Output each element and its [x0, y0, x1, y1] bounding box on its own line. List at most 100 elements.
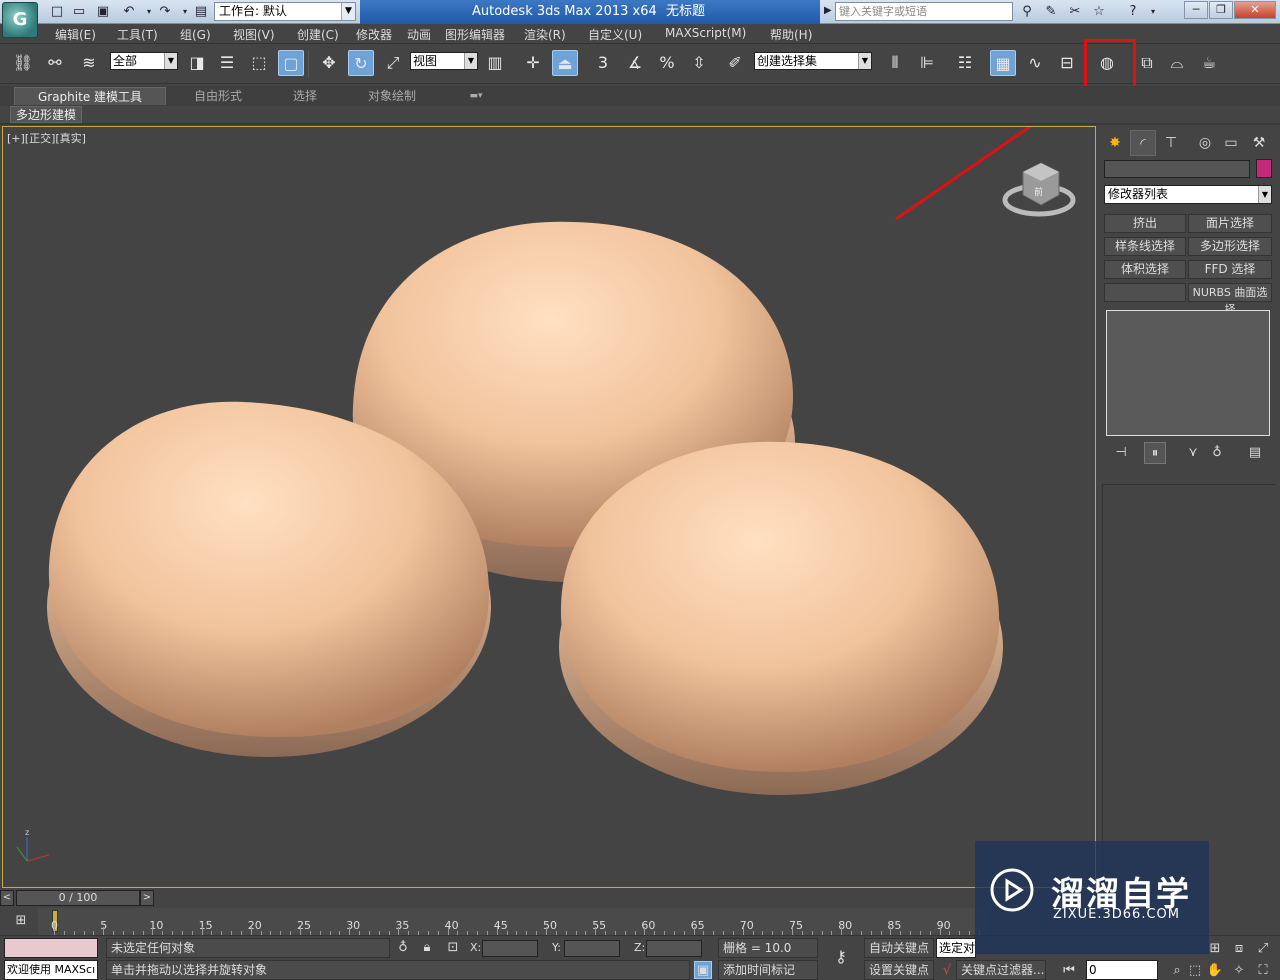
tab-graphite-modeling[interactable]: Graphite 建模工具 [14, 87, 166, 105]
pan-view-icon[interactable]: ✋ [1206, 962, 1224, 980]
key-filter-curve-icon[interactable]: √ [938, 962, 956, 980]
polygon-modeling-panel[interactable]: 多边形建模 [10, 106, 82, 123]
graphite-toggle-icon[interactable]: ▦ [990, 50, 1016, 76]
menu-tools[interactable]: 工具(T) [117, 26, 158, 43]
layer-manager-icon[interactable]: ☷ [952, 50, 978, 76]
menu-edit[interactable]: 编辑(E) [55, 26, 96, 43]
render-setup-icon[interactable]: ⧉ [1134, 50, 1160, 76]
bind-space-warp-icon[interactable]: ≋ [76, 50, 102, 76]
select-move-icon[interactable]: ✥ [316, 50, 342, 76]
go-to-start-icon[interactable]: ⏮ [1060, 962, 1078, 980]
favorites-star-icon[interactable]: ☆ [1090, 3, 1108, 21]
ribbon-options-icon[interactable]: ▬▾ [462, 87, 490, 105]
modifier-poly-select-button[interactable]: 多边形选择 [1188, 237, 1272, 256]
close-button[interactable]: ✕ [1234, 1, 1276, 19]
menu-customize[interactable]: 自定义(U) [588, 26, 642, 43]
edit-named-selection-icon[interactable]: ✐ [722, 50, 748, 76]
unlink-icon[interactable]: ⚯ [42, 50, 68, 76]
new-file-icon[interactable]: □ [48, 3, 66, 21]
save-file-icon[interactable]: ▣ [94, 3, 112, 21]
perspective-viewport[interactable]: 前 z [+][正交][真实] [2, 126, 1096, 888]
maximize-viewport-icon[interactable]: ⛶ [1254, 962, 1272, 980]
communication-center-icon[interactable]: ✂ [1066, 3, 1084, 21]
absolute-mode-icon[interactable]: ⊡ [444, 939, 462, 957]
make-unique-icon[interactable]: ⋎ [1182, 442, 1204, 464]
tab-object-paint[interactable]: 对象绘制 [352, 87, 432, 105]
key-selection-select[interactable]: 选定对 [936, 938, 976, 958]
maximize-button[interactable]: ❐ [1209, 1, 1233, 19]
angle-snap-icon[interactable]: ∡ [622, 50, 648, 76]
key-icon[interactable]: ⚷ [832, 948, 850, 966]
auto-key-button[interactable]: 自动关键点 [864, 938, 934, 958]
track-ruler[interactable]: 0 5 10 15 20 25 30 35 40 45 50 55 60 65 70 75 80 85 90 [38, 908, 988, 935]
redo-icon[interactable]: ↷ [156, 3, 174, 21]
menu-views[interactable]: 视图(V) [233, 26, 275, 43]
configure-modifier-sets-icon[interactable]: ▤ [1244, 442, 1266, 464]
hierarchy-tab-icon[interactable]: ⊤ [1158, 130, 1184, 156]
maxscript-listener-white[interactable]: 欢迎使用 MAXScı [4, 960, 98, 980]
select-by-name-icon[interactable]: ☰ [214, 50, 240, 76]
field-of-view-icon[interactable]: ⤢ [1254, 940, 1272, 958]
link-icon[interactable]: ⛓ [10, 50, 36, 76]
maxscript-listener-pink[interactable] [4, 938, 98, 958]
menu-group[interactable]: 组(G) [180, 26, 211, 43]
modifier-extrude-button[interactable]: 挤出 [1104, 214, 1186, 233]
key-filters-button[interactable]: 关键点过滤器... [956, 960, 1046, 980]
mirror-icon[interactable]: ⫴ [882, 50, 908, 76]
menu-rendering[interactable]: 渲染(R) [524, 26, 566, 43]
project-folder-icon[interactable]: ▤ [192, 3, 210, 21]
undo-icon[interactable]: ↶ [120, 3, 138, 21]
isolate-lightbulb-icon[interactable]: ♁ [394, 939, 412, 957]
pin-stack-icon[interactable]: ⊣ [1110, 442, 1132, 464]
next-frame-icon[interactable]: > [140, 890, 154, 906]
menu-graph-editors[interactable]: 图形编辑器 [445, 26, 505, 43]
window-crossing-icon[interactable]: ▢ [278, 50, 304, 76]
utilities-tab-icon[interactable]: ⚒ [1246, 130, 1272, 156]
remove-modifier-icon[interactable]: ♁ [1206, 442, 1228, 464]
named-selection-set-select[interactable]: 创建选择集 ▼ [754, 52, 872, 70]
minimize-button[interactable]: ─ [1184, 1, 1208, 19]
tab-freeform[interactable]: 自由形式 [178, 87, 258, 105]
subscription-icon[interactable]: ✎ [1042, 3, 1060, 21]
expand-arrow-icon[interactable]: ▶ [824, 5, 832, 16]
cushion-right[interactable] [559, 441, 1003, 795]
modifier-empty-button[interactable] [1104, 283, 1186, 302]
menu-help[interactable]: 帮助(H) [770, 26, 812, 43]
snaps-toggle-icon[interactable]: 3 [590, 50, 616, 76]
selection-filter-select[interactable]: 全部 ▼ [110, 52, 178, 70]
modifier-nurbs-select-button[interactable]: NURBS 曲面选择 [1188, 283, 1272, 316]
pivot-center-icon[interactable]: ▥ [482, 50, 508, 76]
previous-frame-icon[interactable]: < [0, 890, 14, 906]
display-tab-icon[interactable]: ▭ [1218, 130, 1244, 156]
schematic-view-icon[interactable]: ⊟ [1054, 50, 1080, 76]
time-tag-icon[interactable]: ▣ [694, 961, 712, 979]
zoom-icon[interactable]: ⌕ [1168, 962, 1186, 980]
binoculars-icon[interactable]: ⚲ [1018, 3, 1036, 21]
menu-create[interactable]: 创建(C) [297, 26, 339, 43]
rendered-frame-window-icon[interactable]: ⌓ [1164, 50, 1190, 76]
time-slider-handle[interactable]: 0 / 100 [16, 890, 140, 906]
object-name-field[interactable] [1104, 160, 1250, 178]
open-mini-curve-editor-icon[interactable]: ⊞ [12, 912, 30, 930]
current-frame-field[interactable]: 0 [1086, 960, 1158, 980]
zoom-extents-icon[interactable]: ⧈ [1230, 940, 1248, 958]
modifier-stack[interactable] [1106, 310, 1270, 436]
x-coordinate-field[interactable] [482, 940, 538, 957]
curve-editor-icon[interactable]: ∿ [1022, 50, 1048, 76]
show-end-result-icon[interactable]: ⏸ [1144, 442, 1166, 464]
modifier-ffd-select-button[interactable]: FFD 选择 [1188, 260, 1272, 279]
select-rotate-icon[interactable]: ↻ [348, 50, 374, 76]
modifier-patch-select-button[interactable]: 面片选择 [1188, 214, 1272, 233]
menu-modifiers[interactable]: 修改器 [356, 26, 392, 43]
app-menu-button[interactable]: G [2, 2, 38, 38]
help-search-input[interactable]: 键入关键字或短语 [835, 2, 1013, 21]
reference-coordinate-select[interactable]: 视图 ▼ [410, 52, 478, 70]
help-dropdown-icon[interactable]: ▾ [1144, 3, 1162, 21]
select-manipulate-icon[interactable]: ✛ [520, 50, 546, 76]
lock-selection-icon[interactable]: 🔒︎ [418, 939, 436, 957]
tab-selection[interactable]: 选择 [272, 87, 338, 105]
add-time-tag-button[interactable]: 添加时间标记 [718, 960, 818, 980]
menu-maxscript[interactable]: MAXScript(M) [665, 26, 746, 40]
spinner-snap-icon[interactable]: ⇳ [686, 50, 712, 76]
z-coordinate-field[interactable] [646, 940, 702, 957]
